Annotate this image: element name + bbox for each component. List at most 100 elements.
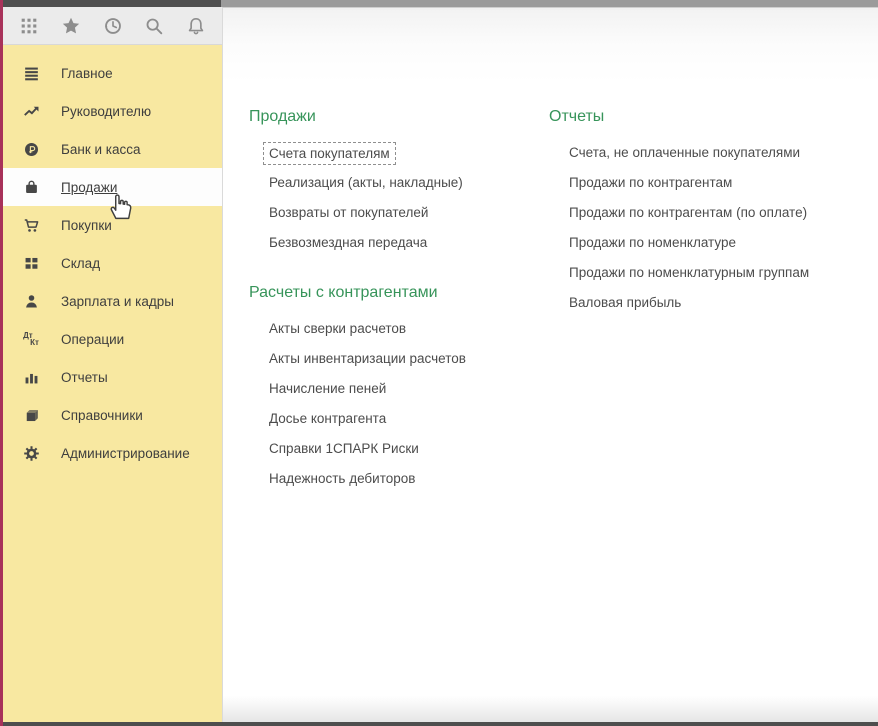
menu-item-label: Валовая прибыль	[569, 295, 681, 310]
menu-item-link[interactable]: Реализация (акты, накладные)	[269, 168, 544, 198]
sidebar-item-label: Банк и касса	[61, 142, 141, 157]
sidebar-item-otchety[interactable]: Отчеты	[3, 358, 222, 396]
sidebar-item-label: Зарплата и кадры	[61, 294, 174, 309]
menu-item-link[interactable]: Акты сверки расчетов	[269, 314, 544, 344]
menu-column-1: Продажи Счета покупателям Реализация (акты…	[249, 108, 544, 494]
window-bottom-edge	[0, 722, 878, 726]
section-menu: Продажи Счета покупателям Реализация (акты…	[222, 7, 878, 722]
section-title: Продажи	[249, 108, 544, 126]
section-title: Расчеты с контрагентами	[249, 284, 544, 302]
history-icon	[102, 15, 124, 37]
grid-menu-button[interactable]	[16, 13, 42, 39]
handbag-icon	[22, 178, 41, 197]
pallet-icon	[22, 254, 41, 273]
bar-chart-icon	[22, 368, 41, 387]
sidebar-item-label: Покупки	[61, 218, 112, 233]
person-icon	[20, 292, 42, 311]
menu-item-link[interactable]: Справки 1СПАРК Риски	[269, 434, 544, 464]
favorites-star-icon	[60, 15, 82, 37]
sidebar-item-label: Руководителю	[61, 104, 151, 119]
menu-item-link[interactable]: Начисление пеней	[269, 374, 544, 404]
sidebar-item-label: Склад	[61, 256, 100, 271]
sidebar-item-label: Операции	[61, 332, 124, 347]
menu-item-label: Продажи по контрагентам	[569, 175, 732, 190]
menu-item-label: Продажи по номенклатурным группам	[569, 265, 809, 280]
window-top-edge	[0, 0, 878, 7]
search-icon	[143, 15, 165, 37]
gear-icon	[22, 444, 41, 463]
debit-credit-icon: ДтКт	[20, 332, 42, 346]
sidebar-item-label: Отчеты	[61, 370, 108, 385]
sidebar-item-sklad[interactable]: Склад	[3, 244, 222, 282]
menu-item-label: Надежность дебиторов	[269, 471, 415, 486]
menu-item-label: Акты инвентаризации расчетов	[269, 351, 466, 366]
gear-icon	[20, 444, 42, 463]
menu-section: Расчеты с контрагентами Акты сверки расче…	[249, 284, 544, 494]
sidebar-item-bank-i-kassa[interactable]: Банк и касса	[3, 130, 222, 168]
section-sidebar: Главное Руководителю Банк и касса Продажи По…	[3, 45, 222, 722]
menu-item-link[interactable]: Продажи по контрагентам (по оплате)	[569, 198, 878, 228]
sidebar-item-rukovoditelyu[interactable]: Руководителю	[3, 92, 222, 130]
app-window: Главное Руководителю Банк и касса Продажи По…	[0, 0, 878, 726]
coin-icon	[22, 140, 41, 159]
sidebar-item-spravochniki[interactable]: Справочники	[3, 396, 222, 434]
menu-bars-icon	[22, 64, 41, 83]
menu-bars-icon	[20, 64, 42, 83]
menu-item-link[interactable]: Продажи по номенклатуре	[569, 228, 878, 258]
sidebar-item-pokupki[interactable]: Покупки	[3, 206, 222, 244]
menu-item-label: Справки 1СПАРК Риски	[269, 441, 419, 456]
menu-item-link[interactable]: Безвозмездная передача	[269, 228, 544, 258]
sidebar-item-prodazhi[interactable]: Продажи	[3, 168, 222, 206]
search-button[interactable]	[141, 13, 167, 39]
menu-list: Счета покупателям Реализация (акты, накла…	[249, 138, 544, 258]
sidebar-item-operatsii[interactable]: ДтКт Операции	[3, 320, 222, 358]
notifications-bell-icon	[185, 15, 207, 37]
sidebar-item-zarplata-i-kadry[interactable]: Зарплата и кадры	[3, 282, 222, 320]
pallet-icon	[20, 254, 42, 273]
sidebar-item-label: Администрирование	[61, 446, 190, 461]
sidebar-item-label: Справочники	[61, 408, 143, 423]
history-button[interactable]	[100, 13, 126, 39]
person-icon	[22, 292, 41, 311]
menu-item-label: Начисление пеней	[269, 381, 386, 396]
debit-credit-icon-glyph: ДтКт	[23, 332, 39, 346]
menu-item-link[interactable]: Счета, не оплаченные покупателями	[569, 138, 878, 168]
cube-icon	[22, 406, 41, 425]
menu-item-label: Продажи по номенклатуре	[569, 235, 736, 250]
menu-item-label: Продажи по контрагентам (по оплате)	[569, 205, 807, 220]
sidebar-item-label: Главное	[61, 66, 113, 81]
notifications-bell-button[interactable]	[183, 13, 209, 39]
cart-icon	[22, 216, 41, 235]
trend-arrow-icon	[22, 102, 41, 121]
menu-item-link[interactable]: Надежность дебиторов	[269, 464, 544, 494]
menu-item-label: Акты сверки расчетов	[269, 321, 406, 336]
menu-item-link[interactable]: Возвраты от покупателей	[269, 198, 544, 228]
quick-toolbar	[3, 7, 222, 45]
menu-list: Счета, не оплаченные покупателями Продажи…	[549, 138, 878, 318]
menu-item-link[interactable]: Продажи по контрагентам	[569, 168, 878, 198]
menu-list: Акты сверки расчетов Акты инвентаризации …	[249, 314, 544, 494]
cube-icon	[20, 406, 42, 425]
favorites-star-button[interactable]	[58, 13, 84, 39]
menu-item-label: Реализация (акты, накладные)	[269, 175, 463, 190]
menu-item-link[interactable]: Акты инвентаризации расчетов	[269, 344, 544, 374]
trend-arrow-icon	[20, 102, 42, 121]
sidebar-item-administrirovanie[interactable]: Администрирование	[3, 434, 222, 472]
bar-chart-icon	[20, 368, 42, 387]
window-left-edge	[0, 0, 3, 726]
sidebar-item-label: Продажи	[61, 180, 117, 195]
menu-item-label: Досье контрагента	[269, 411, 386, 426]
coin-icon	[20, 140, 42, 159]
cart-icon	[20, 216, 42, 235]
sidebar-item-glavnoe[interactable]: Главное	[3, 54, 222, 92]
menu-section: Отчеты Счета, не оплаченные покупателями П…	[549, 108, 878, 318]
menu-item-link[interactable]: Счета покупателям	[269, 138, 544, 168]
menu-item-link[interactable]: Досье контрагента	[269, 404, 544, 434]
menu-item-link[interactable]: Продажи по номенклатурным группам	[569, 258, 878, 288]
menu-item-link[interactable]: Валовая прибыль	[569, 288, 878, 318]
menu-item-label: Возвраты от покупателей	[269, 205, 428, 220]
menu-column-2: Отчеты Счета, не оплаченные покупателями П…	[549, 108, 878, 318]
menu-section: Продажи Счета покупателям Реализация (акты…	[249, 108, 544, 258]
menu-item-label: Безвозмездная передача	[269, 235, 427, 250]
section-title: Отчеты	[549, 108, 878, 126]
